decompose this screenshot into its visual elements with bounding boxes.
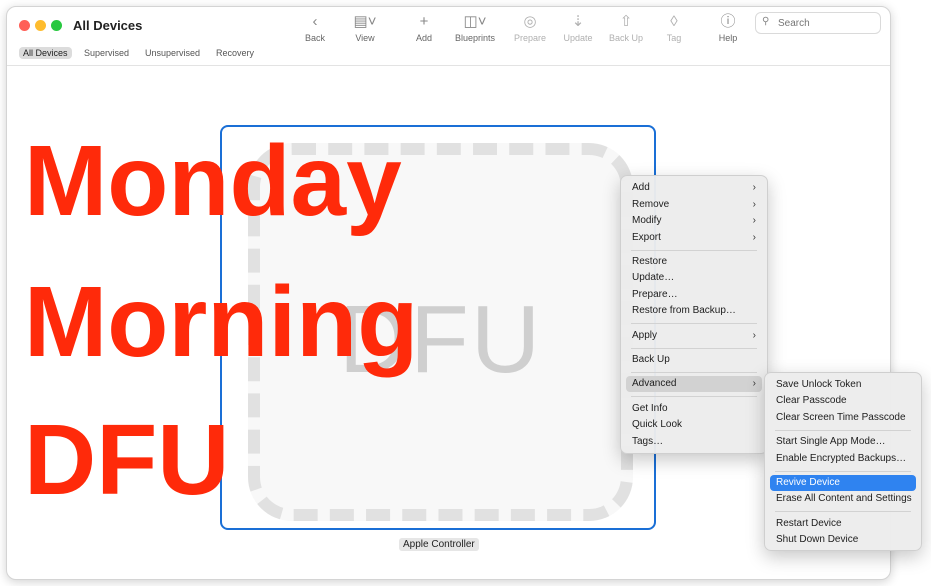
menu-item-start-single-app-mode[interactable]: Start Single App Mode… xyxy=(770,434,916,450)
menu-separator xyxy=(631,372,757,373)
chevron-right-icon: › xyxy=(752,215,756,226)
menu-item-restore-from-backup[interactable]: Restore from Backup… xyxy=(626,303,762,319)
filter-unsupervised[interactable]: Unsupervised xyxy=(141,47,204,59)
menu-item-advanced[interactable]: Advanced › xyxy=(626,376,762,392)
menu-item-label: Remove xyxy=(632,199,670,210)
window-title: All Devices xyxy=(73,18,143,33)
search-icon: ⚲ xyxy=(762,16,770,27)
menu-item-save-unlock-token[interactable]: Save Unlock Token xyxy=(770,377,916,393)
chevron-right-icon: › xyxy=(752,330,756,341)
menu-separator xyxy=(631,323,757,324)
menu-item-shut-down-device[interactable]: Shut Down Device xyxy=(770,532,916,548)
menu-item-quick-look[interactable]: Quick Look xyxy=(626,417,762,433)
menu-item-restore[interactable]: Restore xyxy=(626,254,762,270)
add-button[interactable]: + Add xyxy=(396,13,452,43)
menu-item-back-up[interactable]: Back Up xyxy=(626,352,762,368)
tag-button[interactable]: ◊ Tag xyxy=(646,13,702,43)
view-label: View xyxy=(355,33,375,43)
menu-item-clear-screen-time-passcode[interactable]: Clear Screen Time Passcode xyxy=(770,410,916,426)
advanced-submenu: Save Unlock Token Clear Passcode Clear S… xyxy=(764,372,922,551)
back-button[interactable]: ‹ Back xyxy=(287,13,343,43)
add-label: Add xyxy=(415,33,432,43)
menu-item-restart-device[interactable]: Restart Device xyxy=(770,516,916,532)
overlay-line-2: Morning xyxy=(24,266,419,378)
view-button[interactable]: ▤˅ View xyxy=(337,13,393,43)
chevron-right-icon: › xyxy=(752,199,756,210)
tag-label: Tag xyxy=(666,33,682,43)
menu-item-label: Apply xyxy=(632,330,658,341)
toolbar: All Devices ‹ Back ▤˅ View + Add ◫˅ Blue… xyxy=(7,7,890,45)
help-button[interactable]: ⓘ Help xyxy=(700,13,756,43)
menu-item-enable-encrypted-backups[interactable]: Enable Encrypted Backups… xyxy=(770,451,916,467)
chevron-right-icon: › xyxy=(752,378,756,389)
filter-all-devices[interactable]: All Devices xyxy=(19,47,72,59)
overlay-line-1: Monday xyxy=(24,125,402,237)
menu-item-get-info[interactable]: Get Info xyxy=(626,401,762,417)
filter-recovery[interactable]: Recovery xyxy=(212,47,258,59)
menu-item-update[interactable]: Update… xyxy=(626,270,762,286)
zoom-window-button[interactable] xyxy=(51,20,62,31)
menu-item-modify[interactable]: Modify › xyxy=(626,213,762,229)
menu-item-export[interactable]: Export › xyxy=(626,230,762,246)
menu-separator xyxy=(775,471,911,472)
menu-item-add[interactable]: Add › xyxy=(626,180,762,196)
menu-separator xyxy=(631,348,757,349)
blueprints-label: Blueprints xyxy=(454,33,496,43)
chevron-left-icon: ‹ xyxy=(312,13,318,30)
chevron-right-icon: › xyxy=(752,232,756,243)
menu-separator xyxy=(631,250,757,251)
menu-item-label: Export xyxy=(632,232,661,243)
minimize-window-button[interactable] xyxy=(35,20,46,31)
menu-item-remove[interactable]: Remove › xyxy=(626,197,762,213)
plus-icon: + xyxy=(419,13,429,30)
menu-separator xyxy=(775,511,911,512)
help-label: Help xyxy=(718,33,738,43)
menu-item-tags[interactable]: Tags… xyxy=(626,434,762,450)
device-name-label: Apple Controller xyxy=(399,538,479,551)
filter-supervised[interactable]: Supervised xyxy=(80,47,133,59)
filter-bar: All Devices Supervised Unsupervised Reco… xyxy=(7,45,890,66)
menu-item-erase-all-content[interactable]: Erase All Content and Settings xyxy=(770,491,916,507)
overlay-line-3: DFU xyxy=(24,404,230,516)
menu-item-label: Advanced xyxy=(632,378,677,389)
search-input[interactable] xyxy=(776,15,876,31)
tag-icon: ◊ xyxy=(670,13,678,30)
menu-separator xyxy=(775,430,911,431)
menu-item-clear-passcode[interactable]: Clear Passcode xyxy=(770,393,916,409)
close-window-button[interactable] xyxy=(19,20,30,31)
help-icon: ⓘ xyxy=(720,13,736,30)
menu-item-label: Add xyxy=(632,182,650,193)
back-label: Back xyxy=(304,33,325,43)
blueprints-button[interactable]: ◫˅ Blueprints xyxy=(447,13,503,43)
menu-item-label: Modify xyxy=(632,215,662,226)
menu-item-revive-device[interactable]: Revive Device xyxy=(770,475,916,491)
view-icon: ▤˅ xyxy=(353,13,377,30)
context-menu: Add › Remove › Modify › Export › Restore Upd… xyxy=(620,175,768,454)
menu-item-apply[interactable]: Apply › xyxy=(626,328,762,344)
menu-separator xyxy=(631,396,757,397)
search-field[interactable]: ⚲ xyxy=(755,12,881,34)
blueprints-icon: ◫˅ xyxy=(463,13,487,30)
menu-item-prepare[interactable]: Prepare… xyxy=(626,287,762,303)
chevron-right-icon: › xyxy=(752,182,756,193)
